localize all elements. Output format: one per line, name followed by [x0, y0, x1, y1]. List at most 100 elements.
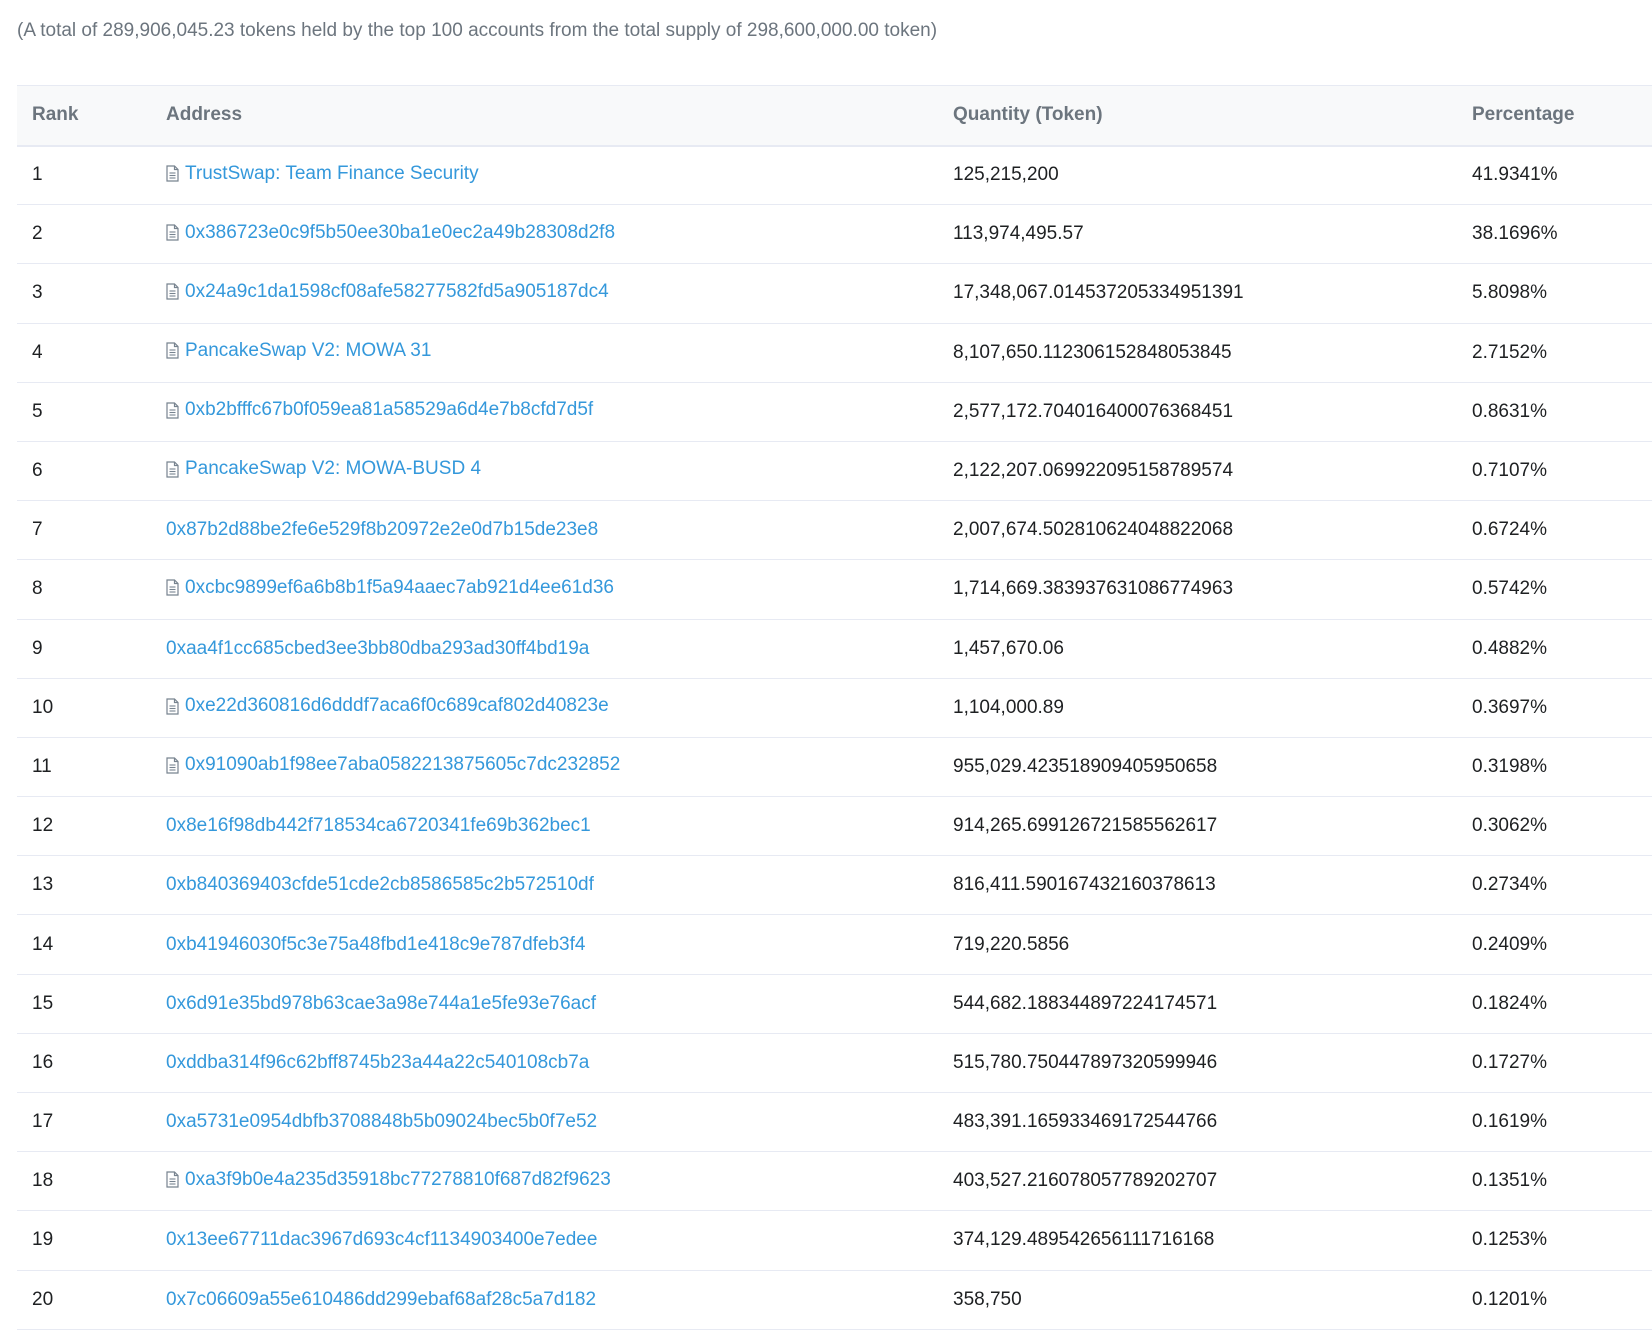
rank-cell: 20 [32, 1288, 54, 1310]
address-label: 0xe22d360816d6dddf7aca6f0c689caf802d4082… [185, 695, 609, 717]
address-link[interactable]: 0x13ee67711dac3967d693c4cf1134903400e7ed… [166, 1229, 597, 1251]
address-link[interactable]: 0x7c06609a55e610486dd299ebaf68af28c5a7d1… [166, 1289, 596, 1311]
percentage-cell: 0.1201% [1472, 1288, 1548, 1310]
rank-cell: 18 [32, 1170, 54, 1192]
percentage-cell: 38.1696% [1472, 223, 1558, 245]
address-label: 0x91090ab1f98ee7aba0582213875605c7dc2328… [185, 754, 621, 776]
percentage-cell: 0.3062% [1472, 815, 1548, 837]
address-label: 0x8e16f98db442f718534ca6720341fe69b362be… [166, 815, 591, 837]
address-link[interactable]: 0x91090ab1f98ee7aba0582213875605c7dc2328… [166, 754, 620, 776]
table-row: 19 0x13ee67711dac3967d693c4cf1134903400e7… [17, 1211, 1652, 1271]
rank-cell: 5 [32, 400, 43, 422]
address-cell: 0xe22d360816d6dddf7aca6f0c689caf802d4082… [166, 678, 953, 737]
contract-document-icon [166, 579, 179, 596]
rank-cell: 4 [32, 341, 43, 363]
address-cell: 0xcbc9899ef6a6b8b1f5a94aaec7ab921d4ee61d… [166, 560, 953, 619]
address-label: 0xb41946030f5c3e75a48fbd1e418c9e787dfeb3… [166, 933, 586, 955]
address-link[interactable]: 0xaa4f1cc685cbed3ee3bb80dba293ad30ff4bd1… [166, 638, 589, 660]
table-row: 6 PancakeSwap V2: MOWA-BUSD 4 2,122,207.06… [17, 441, 1652, 501]
rank-cell: 10 [32, 696, 54, 718]
percentage-cell: 2.7152% [1472, 341, 1548, 363]
address-label: 0xddba314f96c62bff8745b23a44a22c540108cb… [166, 1051, 590, 1073]
percentage-cell: 0.3198% [1472, 755, 1548, 777]
address-label: 0x87b2d88be2fe6e529f8b20972e2e0d7b15de23… [166, 519, 599, 541]
address-cell: 0x8e16f98db442f718534ca6720341fe69b362be… [166, 797, 953, 856]
table-header-row: Rank Address Quantity (Token) Percentage [17, 85, 1652, 146]
rank-cell: 17 [32, 1111, 54, 1133]
table-row: 11 0x91090ab1f98ee7aba0582213875605c7dc23… [17, 737, 1652, 797]
address-link[interactable]: TrustSwap: Team Finance Security [166, 163, 479, 185]
quantity-cell: 1,457,670.06 [953, 637, 1064, 659]
address-link[interactable]: PancakeSwap V2: MOWA 31 [166, 340, 431, 362]
percentage-cell: 41.9341% [1472, 164, 1558, 186]
address-link[interactable]: 0x24a9c1da1598cf08afe58277582fd5a905187d… [166, 281, 609, 303]
rank-cell: 7 [32, 519, 43, 541]
quantity-cell: 8,107,650.112306152848053845 [953, 341, 1232, 363]
rank-cell: 1 [32, 164, 43, 186]
address-cell: 0x87b2d88be2fe6e529f8b20972e2e0d7b15de23… [166, 501, 953, 560]
contract-document-icon [166, 224, 179, 241]
address-link[interactable]: 0xa3f9b0e4a235d35918bc77278810f687d82f96… [166, 1169, 611, 1191]
rank-cell: 14 [32, 933, 54, 955]
address-label: 0x6d91e35bd978b63cae3a98e744a1e5fe93e76a… [166, 992, 597, 1014]
percentage-cell: 0.7107% [1472, 460, 1548, 482]
percentage-cell: 0.6724% [1472, 519, 1548, 541]
table-row: 5 0xb2bfffc67b0f059ea81a58529a6d4e7b8cfd7… [17, 382, 1652, 442]
rank-cell: 6 [32, 460, 43, 482]
table-row: 20 0x7c06609a55e610486dd299ebaf68af28c5a7… [17, 1270, 1652, 1330]
address-link[interactable]: 0xcbc9899ef6a6b8b1f5a94aaec7ab921d4ee61d… [166, 577, 614, 599]
percentage-cell: 0.1619% [1472, 1111, 1548, 1133]
address-link[interactable]: 0xddba314f96c62bff8745b23a44a22c540108cb… [166, 1052, 589, 1074]
quantity-cell: 1,714,669.383937631086774963 [953, 578, 1234, 600]
table-row: 9 0xaa4f1cc685cbed3ee3bb80dba293ad30ff4bd… [17, 619, 1652, 679]
address-link[interactable]: 0xb840369403cfde51cde2cb8586585c2b572510… [166, 874, 594, 896]
percentage-cell: 0.4882% [1472, 637, 1548, 659]
rank-cell: 11 [32, 755, 52, 777]
address-link[interactable]: 0xe22d360816d6dddf7aca6f0c689caf802d4082… [166, 695, 609, 717]
address-label: 0xa3f9b0e4a235d35918bc77278810f687d82f96… [185, 1168, 611, 1190]
address-link[interactable]: 0x8e16f98db442f718534ca6720341fe69b362be… [166, 815, 591, 837]
table-row: 13 0xb840369403cfde51cde2cb8586585c2b5725… [17, 856, 1652, 915]
table-row: 3 0x24a9c1da1598cf08afe58277582fd5a905187… [17, 264, 1652, 324]
address-cell: 0xb2bfffc67b0f059ea81a58529a6d4e7b8cfd7d… [166, 382, 953, 441]
quantity-cell: 483,391.165933469172544766 [953, 1111, 1218, 1133]
address-cell: PancakeSwap V2: MOWA-BUSD 4 [166, 441, 953, 500]
rank-cell: 12 [32, 815, 54, 837]
column-header-quantity: Quantity (Token) [953, 104, 1103, 126]
address-link[interactable]: 0xa5731e0954dbfb3708848b5b09024bec5b0f7e… [166, 1111, 597, 1133]
address-link[interactable]: 0xb41946030f5c3e75a48fbd1e418c9e787dfeb3… [166, 934, 585, 956]
address-link[interactable]: 0x386723e0c9f5b50ee30ba1e0ec2a49b28308d2… [166, 222, 615, 244]
address-label: 0x24a9c1da1598cf08afe58277582fd5a905187d… [185, 280, 609, 302]
address-cell: 0xaa4f1cc685cbed3ee3bb80dba293ad30ff4bd1… [166, 619, 953, 678]
percentage-cell: 0.1727% [1472, 1051, 1548, 1073]
contract-document-icon [166, 165, 179, 182]
table-row: 1 TrustSwap: Team Finance Security 125,215… [17, 146, 1652, 205]
address-link[interactable]: 0xb2bfffc67b0f059ea81a58529a6d4e7b8cfd7d… [166, 399, 593, 421]
address-link[interactable]: 0x87b2d88be2fe6e529f8b20972e2e0d7b15de23… [166, 519, 598, 541]
percentage-cell: 0.1351% [1472, 1170, 1548, 1192]
address-link[interactable]: PancakeSwap V2: MOWA-BUSD 4 [166, 458, 481, 480]
table-row: 17 0xa5731e0954dbfb3708848b5b09024bec5b0f… [17, 1093, 1652, 1152]
quantity-cell: 719,220.5856 [953, 933, 1070, 955]
contract-document-icon [166, 283, 179, 300]
quantity-cell: 955,029.423518909405950658 [953, 755, 1218, 777]
table-body: 1 TrustSwap: Team Finance Security 125,215… [17, 146, 1652, 1330]
contract-document-icon [166, 1171, 179, 1188]
rank-cell: 16 [32, 1051, 54, 1073]
contract-document-icon [166, 342, 179, 360]
address-cell: 0x91090ab1f98ee7aba0582213875605c7dc2328… [166, 737, 953, 796]
quantity-cell: 358,750 [953, 1288, 1022, 1310]
table-row: 16 0xddba314f96c62bff8745b23a44a22c540108… [17, 1033, 1652, 1093]
quantity-cell: 113,974,495.57 [953, 223, 1084, 245]
quantity-cell: 403,527.216078057789202707 [953, 1170, 1218, 1192]
rank-cell: 9 [32, 637, 43, 659]
quantity-cell: 1,104,000.89 [953, 696, 1064, 718]
table-row: 18 0xa3f9b0e4a235d35918bc77278810f687d82f… [17, 1152, 1652, 1211]
address-label: PancakeSwap V2: MOWA 31 [185, 339, 432, 361]
contract-document-icon [166, 757, 179, 774]
quantity-cell: 125,215,200 [953, 164, 1059, 186]
address-label: TrustSwap: Team Finance Security [185, 162, 479, 184]
address-cell: 0x7c06609a55e610486dd299ebaf68af28c5a7d1… [166, 1270, 953, 1329]
percentage-cell: 0.2734% [1472, 874, 1548, 896]
address-link[interactable]: 0x6d91e35bd978b63cae3a98e744a1e5fe93e76a… [166, 993, 596, 1015]
